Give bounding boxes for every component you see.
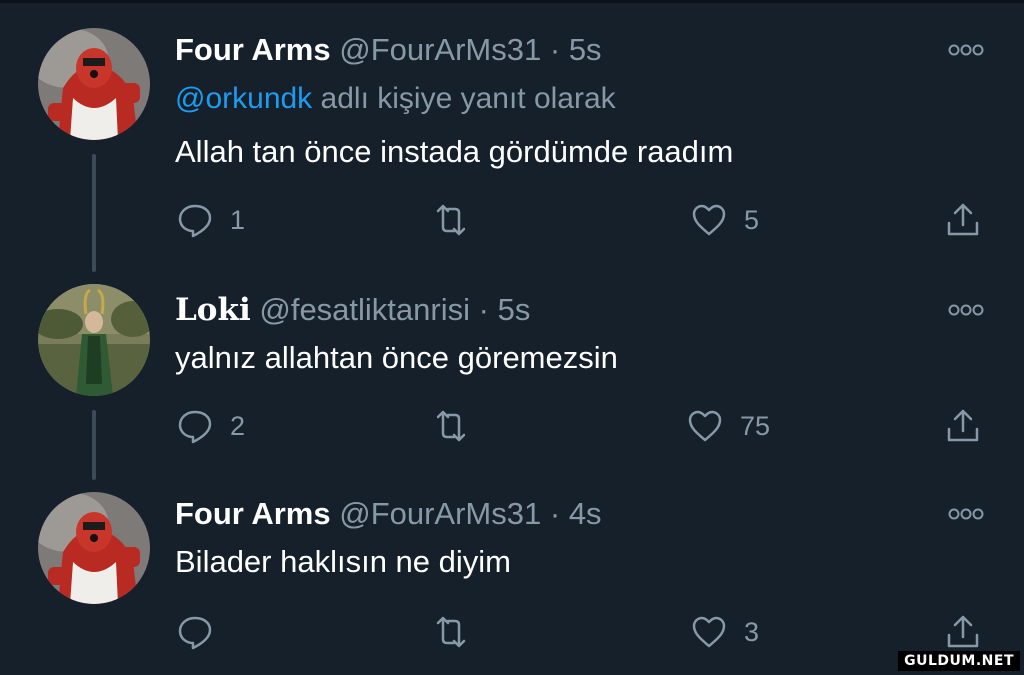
tweet-text: Bilader haklısın ne diyim <box>175 544 511 579</box>
reply-count: 1 <box>230 204 246 235</box>
more-icon[interactable] <box>946 302 986 318</box>
tweet-text: Allah tan önce instada gördümde raadım <box>175 134 734 169</box>
retweet-icon <box>436 410 466 442</box>
reply-icon <box>178 410 212 444</box>
reply-button[interactable]: 2 <box>176 404 245 448</box>
tweet-header: Four Arms @FourArMs31 · 5s <box>175 32 602 68</box>
tweet-actions: 2 75 <box>0 404 1024 448</box>
timestamp[interactable]: 4s <box>569 496 602 531</box>
username[interactable]: @fesatliktanrisi <box>259 292 470 327</box>
avatar[interactable] <box>38 492 150 604</box>
like-count: 75 <box>740 410 771 441</box>
share-icon <box>947 615 979 648</box>
heart-icon <box>688 410 722 442</box>
avatar[interactable] <box>38 284 150 396</box>
like-count: 5 <box>744 204 760 235</box>
like-button[interactable]: 3 <box>690 610 759 654</box>
avatar[interactable] <box>38 28 150 140</box>
heart-icon <box>692 616 726 648</box>
separator: · <box>549 496 561 531</box>
more-icon[interactable] <box>946 42 986 58</box>
share-button[interactable] <box>944 198 982 242</box>
share-button[interactable] <box>944 404 982 448</box>
retweet-icon <box>436 616 466 648</box>
like-count: 3 <box>744 616 760 647</box>
username[interactable]: @FourArMs31 <box>339 32 541 67</box>
more-icon[interactable] <box>946 506 986 522</box>
mention-link[interactable]: @orkundk <box>175 82 312 115</box>
separator: · <box>478 292 489 327</box>
retweet-button[interactable] <box>432 404 486 448</box>
username[interactable]: @FourArMs31 <box>339 496 541 531</box>
reply-icon <box>178 616 212 650</box>
reply-context-text: adlı kişiye yanıt olarak <box>320 82 616 115</box>
display-name[interactable]: Four Arms <box>175 496 331 531</box>
reply-button[interactable]: 1 <box>176 198 245 242</box>
tweet-text: yalnız allahtan önce göremezsin <box>175 340 618 375</box>
reply-count: 2 <box>230 410 246 441</box>
tweet-actions: 1 5 <box>0 198 1024 242</box>
tweet-header: Four Arms @FourArMs31 · 4s <box>175 496 602 532</box>
reply-button[interactable] <box>176 610 230 654</box>
retweet-button[interactable] <box>432 610 486 654</box>
reply-icon <box>178 204 212 238</box>
display-name[interactable]: Four Arms <box>175 32 331 67</box>
heart-icon <box>692 204 726 236</box>
retweet-button[interactable] <box>432 198 486 242</box>
timestamp[interactable]: 5s <box>569 32 602 67</box>
top-border <box>0 0 1024 3</box>
separator: · <box>549 32 561 67</box>
display-name[interactable]: Loki <box>175 292 251 328</box>
like-button[interactable]: 5 <box>690 198 759 242</box>
like-button[interactable]: 75 <box>686 404 770 448</box>
reply-context: @orkundk adlı kişiye yanıt olarak <box>175 82 616 116</box>
tweet-header: Loki @fesatliktanrisi · 5s <box>175 292 530 328</box>
share-button[interactable] <box>944 610 982 654</box>
share-icon <box>947 203 979 236</box>
retweet-icon <box>436 204 466 236</box>
share-icon <box>947 409 979 442</box>
tweet-actions: 3 <box>0 610 1024 654</box>
timestamp[interactable]: 5s <box>498 292 531 327</box>
watermark: GULDUM.NET <box>898 651 1020 671</box>
